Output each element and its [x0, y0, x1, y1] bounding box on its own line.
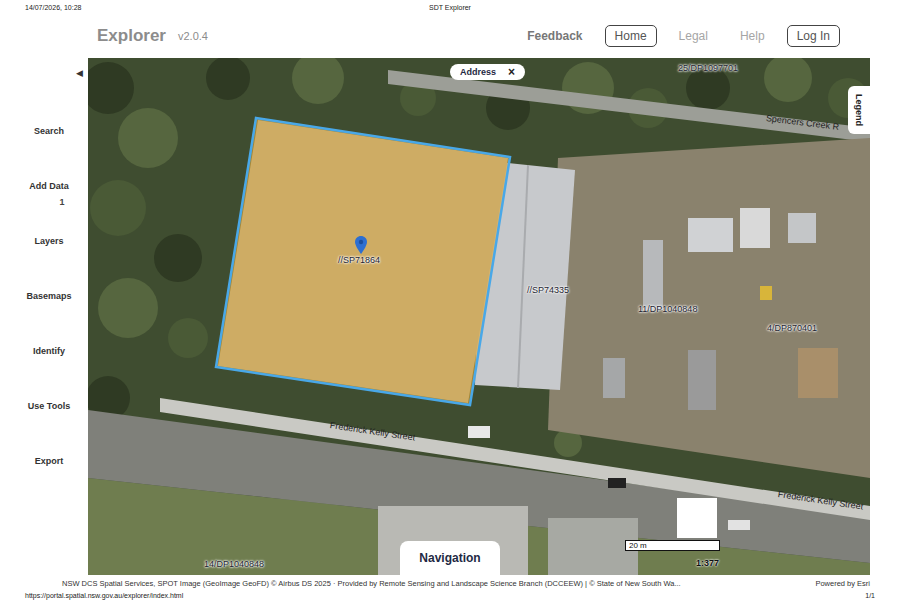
nav-link[interactable]: Feedback: [517, 25, 592, 47]
right-gutter: [870, 58, 900, 575]
parcel-label: 25/DP1097701: [678, 62, 738, 74]
login-button[interactable]: Log In: [787, 25, 840, 47]
powered-by[interactable]: Powered by Esri: [815, 579, 870, 588]
sidebar-item[interactable]: Layers: [0, 236, 88, 291]
print-footer: https://portal.spatial.nsw.gov.au/explor…: [0, 591, 900, 600]
page: 14/07/2026, 10:28 SDT Explorer Explorer v2.…: [0, 0, 900, 600]
sidebar: ◀ SearchAdd Data1LayersBasemapsIdentifyUs…: [0, 58, 88, 575]
location-pin-icon: [355, 236, 367, 254]
print-header: 14/07/2026, 10:28 SDT Explorer: [0, 0, 900, 14]
parcel-label: //SP74335: [527, 284, 569, 296]
print-url: https://portal.spatial.nsw.gov.au/explor…: [25, 592, 183, 599]
aerial-imagery: [88, 58, 870, 575]
parcel-label: //SP71864: [338, 254, 380, 266]
print-page: 1/1: [865, 592, 875, 599]
sidebar-item[interactable]: Export: [0, 456, 88, 511]
top-nav: Feedback Home Legal Help Log In: [517, 25, 840, 47]
sidebar-list: SearchAdd Data1LayersBasemapsIdentifyUse…: [0, 126, 88, 511]
map-attribution: NSW DCS Spatial Services, SPOT Image (Ge…: [0, 575, 900, 591]
app-header: Explorer v2.0.4 Feedback Home Legal Help Log I…: [0, 14, 900, 58]
scale-box: [677, 498, 717, 538]
sidebar-item[interactable]: Basemaps: [0, 291, 88, 346]
sidebar-item[interactable]: Add Data1: [0, 181, 88, 236]
main: ◀ SearchAdd Data1LayersBasemapsIdentifyUs…: [0, 58, 900, 575]
print-title: SDT Explorer: [429, 4, 471, 11]
nav-link[interactable]: Legal: [669, 25, 718, 47]
sidebar-item[interactable]: Identify: [0, 346, 88, 401]
navigation-button[interactable]: Navigation: [400, 541, 500, 575]
scale-ratio: 1:377: [696, 558, 719, 568]
address-chip[interactable]: Address×: [450, 64, 525, 80]
print-datetime: 14/07/2026, 10:28: [25, 4, 81, 11]
legend-tab[interactable]: Legend: [848, 86, 870, 134]
sidebar-item[interactable]: Use Tools: [0, 401, 88, 456]
map[interactable]: 25/DP1097701Spencers Creek R//SP71864//S…: [88, 58, 870, 575]
parcel-label: 4/DP870401: [767, 322, 817, 334]
app-version: v2.0.4: [178, 30, 208, 42]
app-name: Explorer: [97, 26, 166, 46]
scale-bar: 20 m: [625, 540, 720, 551]
close-icon[interactable]: ×: [508, 66, 515, 78]
parcel-label: 11/DP1040848: [638, 303, 697, 315]
collapse-icon[interactable]: ◀: [76, 68, 83, 82]
nav-link[interactable]: Help: [730, 25, 775, 47]
nav-link[interactable]: Home: [605, 25, 657, 47]
parcel-label: 14/DP1040848: [204, 558, 264, 570]
attribution-text: NSW DCS Spatial Services, SPOT Image (Ge…: [62, 579, 681, 588]
sidebar-item[interactable]: Search: [0, 126, 88, 181]
sidebar-badge: 1: [59, 197, 64, 207]
